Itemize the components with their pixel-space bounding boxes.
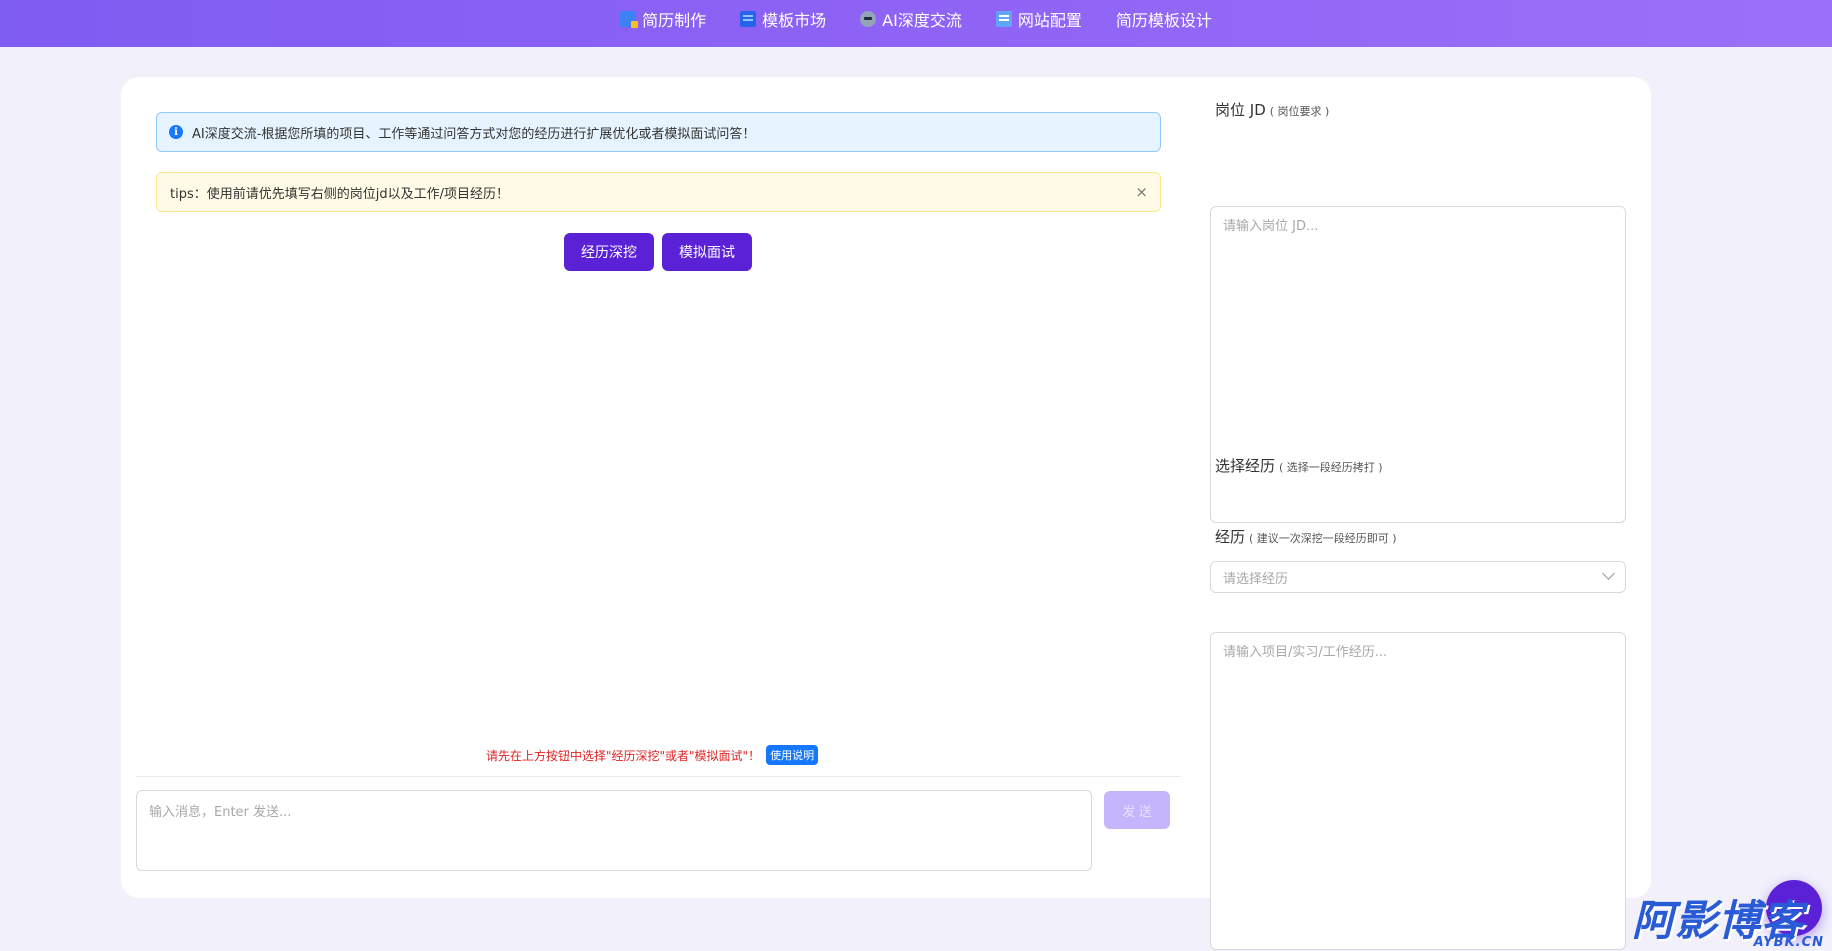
template-icon	[740, 11, 757, 27]
experience-label: 经历 ( 建议一次深挖一段经历即可 )	[1215, 526, 1397, 547]
mock-interview-button[interactable]: 模拟面试	[662, 233, 752, 271]
nav-item-resume-making[interactable]: 简历制作	[620, 7, 706, 31]
select-placeholder: 请选择经历	[1223, 571, 1289, 587]
exp-label-sub: ( 建议一次深挖一段经历即可 )	[1249, 532, 1397, 545]
hint-text: 请先在上方按钮中选择"经历深挖"或者"模拟面试"！	[486, 748, 761, 763]
jd-label-sub: ( 岗位要求 )	[1269, 105, 1330, 118]
info-icon: i	[169, 125, 183, 139]
info-alert-text: AI深度交流-根据您所填的项目、工作等通过问答方式对您的经历进行扩展优化或者模拟…	[192, 126, 756, 142]
send-button[interactable]: 发 送	[1104, 791, 1170, 829]
info-alert: i AI深度交流-根据您所填的项目、工作等通过问答方式对您的经历进行扩展优化或者…	[156, 112, 1161, 152]
moon-icon: ☾	[1785, 896, 1803, 920]
assistant-float-button[interactable]: ☾	[1766, 880, 1822, 936]
experience-dig-button[interactable]: 经历深挖	[564, 233, 654, 271]
nav-label: 简历模板设计	[1115, 11, 1212, 30]
nav-item-template-design[interactable]: 简历模板设计	[1116, 7, 1212, 31]
jd-label-text: 岗位 JD	[1215, 101, 1266, 119]
mode-buttons: 经历深挖 模拟面试	[564, 233, 752, 271]
top-navbar: 简历制作 模板市场 AI深度交流 网站配置 简历模板设计	[0, 0, 1832, 47]
nav-label: 简历制作	[642, 11, 707, 30]
nav-item-template-market[interactable]: 模板市场	[740, 7, 826, 31]
tips-alert-text: tips：使用前请优先填写右侧的岗位jd以及工作/项目经历！	[170, 186, 509, 202]
experience-textarea[interactable]	[1210, 632, 1626, 950]
chevron-down-icon	[1602, 567, 1615, 580]
nav-item-site-config[interactable]: 网站配置	[995, 7, 1082, 31]
nav-menu: 简历制作 模板市场 AI深度交流 网站配置 简历模板设计	[620, 7, 1212, 31]
resume-icon	[620, 11, 639, 28]
nav-label: 模板市场	[762, 11, 827, 30]
select-experience-label: 选择经历 ( 选择一段经历拷打 )	[1215, 455, 1383, 476]
robot-icon	[860, 11, 877, 27]
exp-label-text: 经历	[1215, 528, 1246, 546]
divider	[136, 776, 1181, 777]
tips-alert: tips：使用前请优先填写右侧的岗位jd以及工作/项目经历！ ×	[156, 172, 1161, 212]
config-icon	[995, 11, 1012, 27]
nav-label: 网站配置	[1017, 11, 1082, 30]
select-label-text: 选择经历	[1215, 457, 1276, 475]
main-card: i AI深度交流-根据您所填的项目、工作等通过问答方式对您的经历进行扩展优化或者…	[121, 77, 1651, 950]
watermark-sub: AYBK.CN	[1753, 935, 1824, 950]
nav-label: AI深度交流	[882, 11, 962, 30]
select-label-sub: ( 选择一段经历拷打 )	[1279, 461, 1383, 474]
close-icon[interactable]: ×	[1135, 183, 1148, 201]
nav-item-ai-chat[interactable]: AI深度交流	[860, 7, 962, 31]
experience-select[interactable]: 请选择经历	[1210, 561, 1626, 593]
hint-row: 请先在上方按钮中选择"经历深挖"或者"模拟面试"！ 使用说明	[486, 745, 819, 765]
help-badge[interactable]: 使用说明	[766, 745, 819, 765]
message-input[interactable]	[136, 790, 1092, 871]
jd-label: 岗位 JD ( 岗位要求 )	[1215, 99, 1329, 120]
